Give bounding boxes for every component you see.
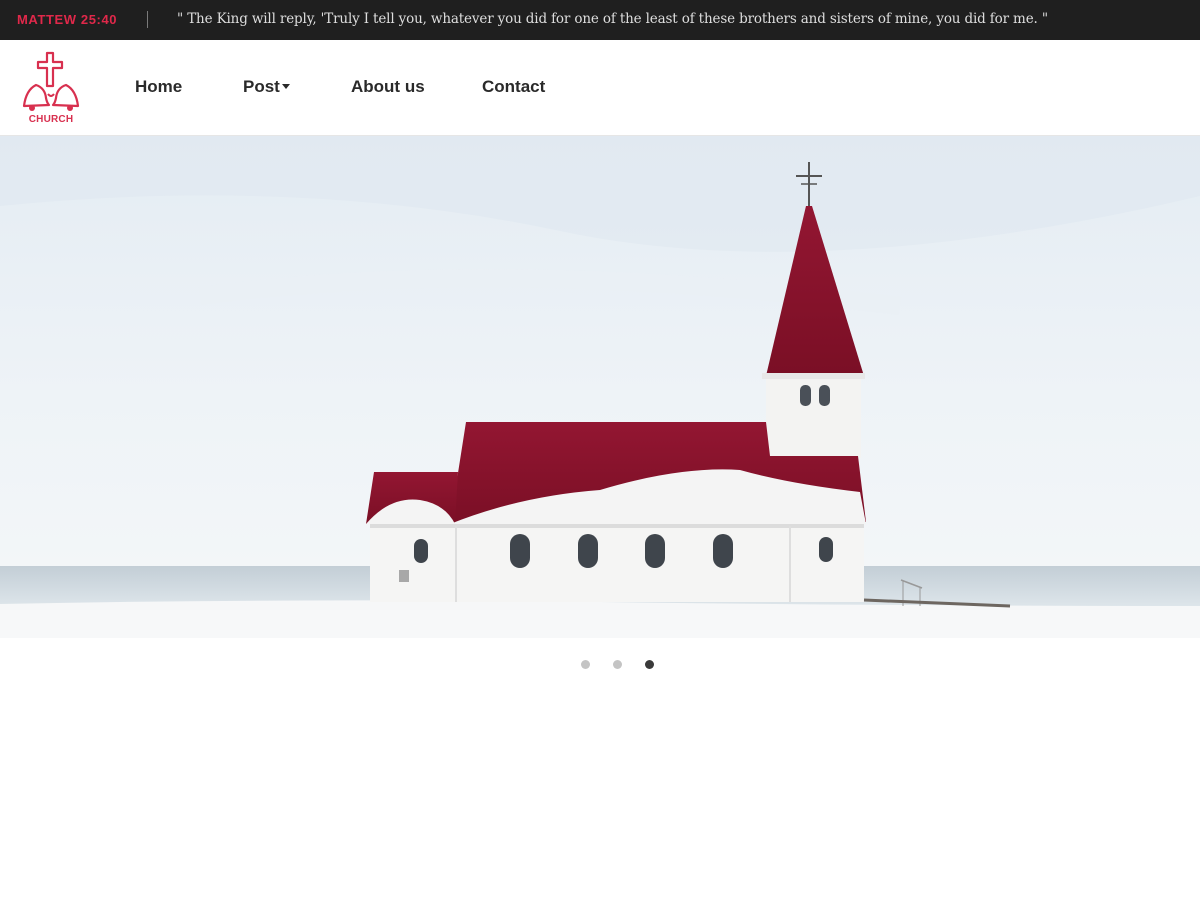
nav-about-us[interactable]: About us xyxy=(351,77,425,97)
site-header: CHURCH Home Post About us Contact xyxy=(0,40,1200,136)
cross-bells-icon xyxy=(22,51,80,111)
nav-contact[interactable]: Contact xyxy=(482,77,545,97)
verse-divider xyxy=(147,11,148,28)
nav-home-label: Home xyxy=(135,77,183,96)
nav-home[interactable]: Home xyxy=(135,77,182,97)
nav-about-label: About us xyxy=(351,77,425,96)
nav-post-label: Post xyxy=(243,77,280,96)
slider-dot-1[interactable] xyxy=(581,660,590,669)
verse-quote: " The King will reply, 'Truly I tell you… xyxy=(177,11,1048,27)
caret-down-icon xyxy=(281,84,290,90)
verse-reference: MATTEW 25:40 xyxy=(17,12,118,27)
slider-pagination xyxy=(0,660,1200,672)
nav-contact-label: Contact xyxy=(482,77,546,96)
church-hero-image xyxy=(0,136,1200,638)
nav-post-dropdown[interactable]: Post xyxy=(243,77,290,97)
logo-text: CHURCH xyxy=(28,114,74,125)
site-logo[interactable]: CHURCH xyxy=(18,50,84,130)
hero-slider[interactable] xyxy=(0,136,1200,638)
slider-dot-2[interactable] xyxy=(613,660,622,669)
verse-bar: MATTEW 25:40 " The King will reply, 'Tru… xyxy=(0,0,1200,40)
slider-dot-3[interactable] xyxy=(645,660,654,669)
